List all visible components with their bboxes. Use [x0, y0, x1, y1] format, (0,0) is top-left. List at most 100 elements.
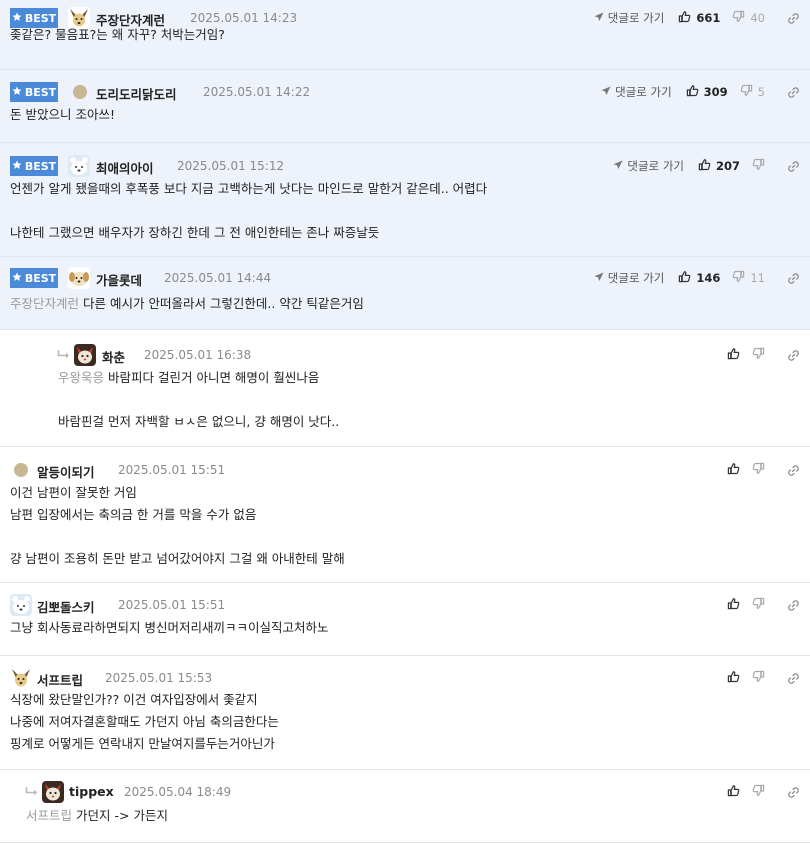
- mention-nickname[interactable]: 우왕욱응: [58, 370, 104, 385]
- comment-text: 가던지 -> 가든지: [76, 808, 168, 823]
- link-icon[interactable]: [787, 12, 800, 25]
- best-label: BEST: [24, 271, 57, 285]
- dislike-button[interactable]: [752, 784, 765, 800]
- avatar[interactable]: [68, 155, 90, 177]
- comment-date: 2025.05.01 15:12: [177, 159, 285, 173]
- comment-list: BEST 주장단자계런 2025.05.01 14:23 댓글로 가기 661 40 좆같은…: [0, 0, 810, 843]
- avatar[interactable]: [14, 463, 28, 477]
- like-button[interactable]: [727, 462, 740, 478]
- goto-reply-link[interactable]: 댓글로 가기: [613, 158, 684, 174]
- comment-line: 나한테 그랬으면 배우자가 장하긴 한데 그 전 애인한테는 존나 짜증날듯: [10, 222, 487, 244]
- dislike-button[interactable]: [752, 347, 765, 363]
- comment-line: 바람핀걸 먼저 자백할 ㅂㅅ은 없으니, 걍 해명이 낫다..: [58, 411, 339, 433]
- thumbs-down-icon: [752, 347, 765, 363]
- nickname[interactable]: 화춘: [102, 347, 125, 366]
- thumbs-up-icon: [678, 270, 691, 286]
- dislike-button[interactable]: [752, 597, 765, 613]
- nickname[interactable]: 최애의아이: [96, 158, 154, 177]
- comment-line: 언젠가 알게 됐을때의 후폭풍 보다 지금 고백하는게 낫다는 마인드로 말한거…: [10, 178, 487, 200]
- goto-reply-link[interactable]: 댓글로 가기: [594, 270, 664, 286]
- goto-reply-label: 댓글로 가기: [615, 85, 672, 99]
- best-label: BEST: [24, 159, 57, 173]
- comment-text: 바람핀걸 먼저 자백할 ㅂㅅ은 없으니, 걍 해명이 낫다..: [58, 414, 340, 429]
- goto-reply-link[interactable]: 댓글로 가기: [601, 84, 672, 100]
- best-label: BEST: [24, 85, 57, 99]
- best-badge: BEST: [10, 268, 58, 288]
- like-button[interactable]: 309: [686, 84, 728, 100]
- like-button[interactable]: 146: [678, 270, 720, 286]
- star-icon: [12, 160, 22, 173]
- comment-body: 주장단자계런 다른 예시가 안떠올라서 그렇긴한데.. 약간 틱같은거임: [10, 293, 364, 315]
- dislike-count: 40: [750, 11, 765, 25]
- comment-actions: 댓글로 가기 661 40: [594, 8, 800, 28]
- link-icon[interactable]: [787, 786, 800, 799]
- comment-header: 서프트립 2025.05.01 15:53: [0, 667, 810, 689]
- dislike-button[interactable]: [752, 670, 765, 686]
- like-button[interactable]: 661: [678, 10, 720, 26]
- avatar[interactable]: [73, 85, 87, 99]
- nickname[interactable]: 알등이되기: [37, 462, 95, 481]
- comment-body: 좆같은? 물음표?는 왜 자꾸? 처박는거임?: [10, 24, 225, 46]
- like-button[interactable]: [727, 597, 740, 613]
- nickname[interactable]: tippex: [69, 784, 114, 799]
- avatar[interactable]: [74, 344, 96, 366]
- comment-text: 걍 남편이 조용히 돈만 받고 넘어갔어야지 그걸 왜 아내한테 말해: [10, 551, 345, 566]
- avatar[interactable]: [42, 781, 64, 803]
- link-icon[interactable]: [787, 349, 800, 362]
- comment-header: 김뽀돌스키 2025.05.01 15:51: [0, 594, 810, 616]
- comment-date: 2025.05.01 14:22: [203, 85, 311, 99]
- comment-date: 2025.05.01 14:23: [190, 11, 298, 25]
- comment-header: BEST 도리도리닭도리 2025.05.01 14:22 댓글로 가기 309 5: [0, 82, 810, 102]
- best-comment: BEST 가을롯데 2025.05.01 14:44 댓글로 가기 146 11 주장단자계…: [0, 257, 810, 330]
- comment-header: 화춘 2025.05.01 16:38: [0, 344, 810, 366]
- comment-text: 다른 예시가 안떠올라서 그렇긴한데.. 약간 틱같은거임: [83, 296, 364, 311]
- comment-header: BEST 최애의아이 2025.05.01 15:12 댓글로 가기 207: [0, 155, 810, 177]
- mention-nickname[interactable]: 주장단자계런: [10, 296, 79, 311]
- star-icon: [12, 272, 22, 285]
- thumbs-up-icon: [678, 10, 691, 26]
- comment-date: 2025.05.01 14:44: [164, 271, 272, 285]
- nickname[interactable]: 김뽀돌스키: [37, 597, 95, 616]
- comment-header: 알등이되기 2025.05.01 15:51: [0, 460, 810, 480]
- link-icon[interactable]: [787, 160, 800, 173]
- comment-text: 나한테 그랬으면 배우자가 장하긴 한데 그 전 애인한테는 존나 짜증날듯: [10, 225, 380, 240]
- nickname[interactable]: 서프트립: [37, 670, 83, 689]
- avatar[interactable]: [10, 667, 32, 689]
- comment-line: 핑계로 어떻게든 연락내지 만날여지를두는거아닌가: [10, 733, 279, 755]
- avatar[interactable]: [10, 594, 32, 616]
- link-icon[interactable]: [787, 86, 800, 99]
- goto-reply-link[interactable]: 댓글로 가기: [594, 10, 664, 26]
- comment-text: 나중에 저여자결혼할때도 가던지 아님 축의금한다는: [10, 714, 279, 729]
- dislike-button[interactable]: 40: [732, 10, 765, 26]
- like-button[interactable]: [727, 784, 740, 800]
- thumbs-up-icon: [698, 158, 711, 174]
- dislike-button[interactable]: [752, 462, 765, 478]
- comment-date: 2025.05.04 18:49: [124, 785, 232, 799]
- link-icon[interactable]: [787, 272, 800, 285]
- dislike-count: 5: [757, 85, 765, 99]
- mention-nickname[interactable]: 서프트립: [26, 808, 72, 823]
- comment-date: 2025.05.01 15:51: [118, 598, 226, 612]
- best-comment: BEST 주장단자계런 2025.05.01 14:23 댓글로 가기 661 40 좆같은…: [0, 0, 810, 70]
- comment-line: 식장에 왔단말인가?? 이건 여자입장에서 좇같지: [10, 689, 279, 711]
- comment-text: 바람피다 걸린거 아니면 해명이 훨씬나음: [108, 370, 320, 385]
- dislike-button[interactable]: 11: [732, 270, 765, 286]
- link-icon[interactable]: [787, 599, 800, 612]
- like-button[interactable]: [727, 670, 740, 686]
- dislike-button[interactable]: [752, 158, 765, 174]
- dislike-button[interactable]: 5: [740, 84, 765, 100]
- comment-body: 식장에 왔단말인가?? 이건 여자입장에서 좇같지나중에 저여자결혼할때도 가던…: [10, 689, 279, 755]
- nickname[interactable]: 가을롯데: [96, 270, 142, 289]
- thumbs-down-icon: [752, 462, 765, 478]
- like-button[interactable]: [727, 347, 740, 363]
- avatar[interactable]: [68, 267, 90, 289]
- like-button[interactable]: 207: [698, 158, 740, 174]
- comment-line: [10, 526, 345, 548]
- nickname[interactable]: 도리도리닭도리: [96, 84, 177, 103]
- link-icon[interactable]: [787, 672, 800, 685]
- link-icon[interactable]: [787, 464, 800, 477]
- comment-date: 2025.05.01 15:51: [118, 463, 226, 477]
- thumbs-up-icon: [727, 784, 740, 800]
- reply-comment: tippex 2025.05.04 18:49 서프트립 가던지 -> 가든지: [0, 770, 810, 843]
- comment-actions: [727, 460, 800, 480]
